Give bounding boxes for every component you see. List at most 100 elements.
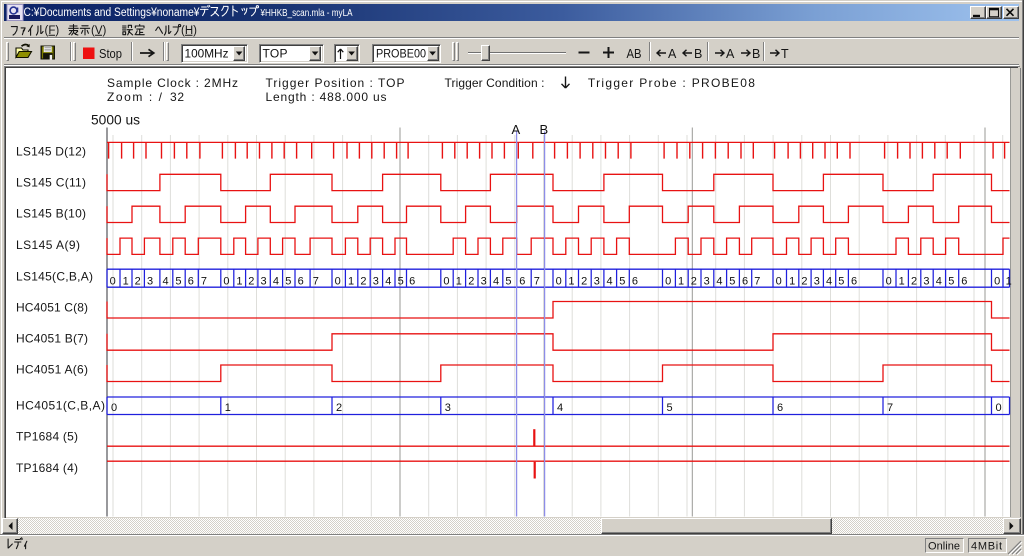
svg-text:1: 1 <box>678 275 684 287</box>
svg-text:1: 1 <box>225 402 231 414</box>
svg-text:Online: Online <box>928 541 960 553</box>
svg-text:TP1684 (4): TP1684 (4) <box>16 461 78 475</box>
svg-text:LS145(C,B,A): LS145(C,B,A) <box>16 269 93 283</box>
svg-text:5: 5 <box>729 275 735 287</box>
svg-text:Length : 488.000 us: Length : 488.000 us <box>266 90 387 104</box>
svg-text:3: 3 <box>261 275 267 287</box>
svg-text:0: 0 <box>556 275 562 287</box>
svg-text:T: T <box>781 47 789 61</box>
svg-text:0: 0 <box>223 275 229 287</box>
svg-text:Zoom : /: Zoom : / <box>107 90 163 104</box>
svg-text:7: 7 <box>887 402 893 414</box>
svg-text:7: 7 <box>754 275 760 287</box>
svg-text:5: 5 <box>175 275 181 287</box>
svg-text:6: 6 <box>961 275 967 287</box>
svg-text:Trigger Position : TOP: Trigger Position : TOP <box>266 76 405 90</box>
svg-text:HC4051 A(6): HC4051 A(6) <box>16 363 88 377</box>
svg-text:5: 5 <box>285 275 291 287</box>
svg-text:0: 0 <box>111 402 117 414</box>
svg-text:6: 6 <box>742 275 748 287</box>
svg-text:A: A <box>726 47 735 61</box>
svg-text:4: 4 <box>936 275 942 287</box>
svg-text:1: 1 <box>1006 275 1012 287</box>
svg-text:6: 6 <box>777 402 783 414</box>
svg-text:1: 1 <box>899 275 905 287</box>
svg-text:Trigger Probe : PROBE08: Trigger Probe : PROBE08 <box>588 76 755 90</box>
svg-text:6: 6 <box>632 275 638 287</box>
svg-text:2: 2 <box>248 275 254 287</box>
svg-text:¥HHKB_scan.mla - myLA: ¥HHKB_scan.mla - myLA <box>260 7 353 19</box>
svg-text:0: 0 <box>443 275 449 287</box>
svg-text:0: 0 <box>335 275 341 287</box>
svg-text:1: 1 <box>568 275 574 287</box>
svg-text:A: A <box>668 47 677 61</box>
svg-text:5: 5 <box>505 275 511 287</box>
svg-text:3: 3 <box>147 275 153 287</box>
svg-text:LS145 D(12): LS145 D(12) <box>16 144 86 158</box>
svg-text:Trigger Condition :: Trigger Condition : <box>445 76 545 90</box>
svg-text:4: 4 <box>826 275 832 287</box>
svg-text:B: B <box>752 47 760 61</box>
svg-text:3: 3 <box>481 275 487 287</box>
svg-text:B: B <box>694 47 702 61</box>
svg-text:2: 2 <box>336 402 342 414</box>
svg-text:HC4051 C(8): HC4051 C(8) <box>16 300 88 314</box>
svg-text:2: 2 <box>691 275 697 287</box>
svg-text:2: 2 <box>360 275 366 287</box>
svg-text:HC4051(C,B,A): HC4051(C,B,A) <box>16 399 105 413</box>
svg-text:5: 5 <box>398 275 404 287</box>
svg-text:Stop: Stop <box>99 47 122 61</box>
svg-text:6: 6 <box>851 275 857 287</box>
svg-text:7: 7 <box>201 275 207 287</box>
svg-text:4: 4 <box>607 275 613 287</box>
svg-text:4: 4 <box>273 275 279 287</box>
svg-text:0: 0 <box>665 275 671 287</box>
svg-text:HC4051 B(7): HC4051 B(7) <box>16 332 88 346</box>
svg-text:LS145 C(11): LS145 C(11) <box>16 176 86 190</box>
svg-text:TOP: TOP <box>263 47 288 61</box>
svg-text:3: 3 <box>445 402 451 414</box>
svg-text:7: 7 <box>534 275 540 287</box>
svg-text:2: 2 <box>801 275 807 287</box>
svg-text:0: 0 <box>886 275 892 287</box>
svg-text:AB: AB <box>627 46 642 61</box>
svg-text:0: 0 <box>994 275 1000 287</box>
svg-text:3: 3 <box>814 275 820 287</box>
svg-text:1: 1 <box>123 275 129 287</box>
svg-text:0: 0 <box>776 275 782 287</box>
svg-text:3: 3 <box>373 275 379 287</box>
svg-text:3: 3 <box>704 275 710 287</box>
svg-text:32: 32 <box>170 90 184 104</box>
svg-text:1: 1 <box>789 275 795 287</box>
svg-text:3: 3 <box>923 275 929 287</box>
svg-text:100MHz: 100MHz <box>185 47 229 61</box>
svg-text:3: 3 <box>594 275 600 287</box>
svg-text:5: 5 <box>619 275 625 287</box>
svg-text:4: 4 <box>557 402 563 414</box>
svg-text:B: B <box>540 122 549 137</box>
svg-text:4: 4 <box>385 275 391 287</box>
svg-text:4: 4 <box>163 275 169 287</box>
svg-text:6: 6 <box>519 275 525 287</box>
svg-text:0: 0 <box>996 402 1002 414</box>
svg-text:LS145 A(9): LS145 A(9) <box>16 238 80 252</box>
svg-text:2: 2 <box>911 275 917 287</box>
svg-text:2: 2 <box>135 275 141 287</box>
svg-text:5000 us: 5000 us <box>91 111 140 127</box>
svg-text:1: 1 <box>236 275 242 287</box>
svg-text:4: 4 <box>493 275 499 287</box>
svg-text:2: 2 <box>581 275 587 287</box>
svg-text:6: 6 <box>298 275 304 287</box>
svg-text:4MBit: 4MBit <box>971 541 1002 553</box>
svg-text:Sample Clock : 2MHz: Sample Clock : 2MHz <box>107 76 238 90</box>
svg-text:A: A <box>512 122 521 137</box>
svg-text:LS145 B(10): LS145 B(10) <box>16 207 86 221</box>
svg-text:TP1684 (5): TP1684 (5) <box>16 430 78 444</box>
svg-text:2: 2 <box>468 275 474 287</box>
svg-text:1: 1 <box>456 275 462 287</box>
svg-text:5: 5 <box>838 275 844 287</box>
svg-text:0: 0 <box>110 275 116 287</box>
svg-text:1: 1 <box>348 275 354 287</box>
svg-text:6: 6 <box>188 275 194 287</box>
svg-text:5: 5 <box>948 275 954 287</box>
